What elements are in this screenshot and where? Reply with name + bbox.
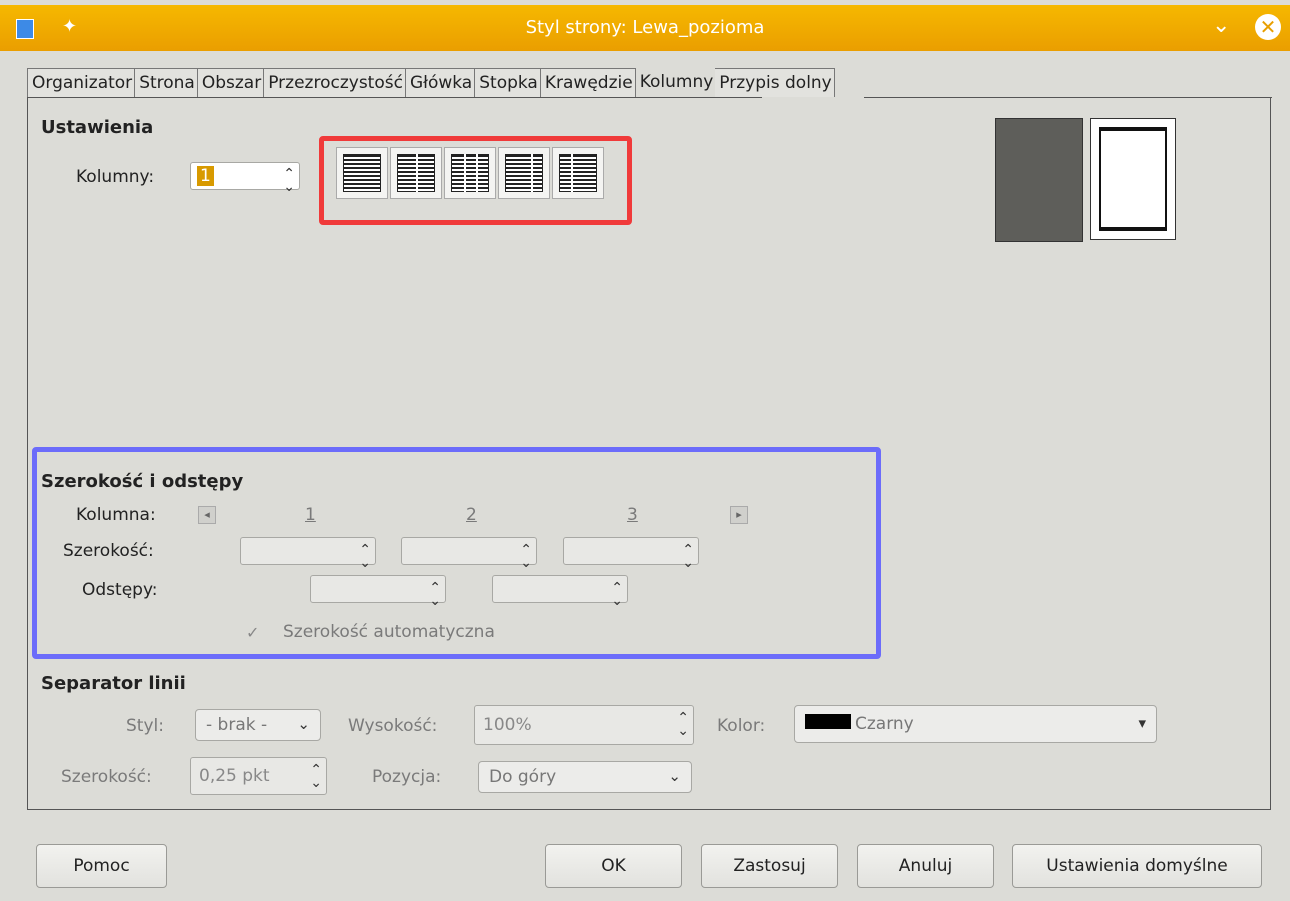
height-label: Wysokość: <box>348 716 438 736</box>
line-width-spinbox[interactable]: 0,25 pkt ⌃ ⌄ <box>190 757 327 795</box>
tab-glowka[interactable]: Główka <box>405 68 476 97</box>
line-width-label: Szerokość: <box>61 767 152 787</box>
panel-border <box>864 97 1272 98</box>
settings-heading: Ustawienia <box>41 117 154 138</box>
cancel-button[interactable]: Anuluj <box>857 844 994 888</box>
color-select[interactable]: Czarny ▾ <box>794 705 1157 743</box>
chevron-down-icon: ⌄ <box>297 715 310 733</box>
preview-page-left <box>995 118 1083 242</box>
reset-defaults-button[interactable]: Ustawienia domyślne <box>1012 844 1262 888</box>
title-bar: ✦ Styl strony: Lewa_pozioma ⌄ ✕ <box>0 5 1290 51</box>
dropdown-arrow-icon: ▾ <box>1138 714 1146 732</box>
minimize-icon[interactable]: ⌄ <box>1212 13 1230 38</box>
tab-kolumny[interactable]: Kolumny <box>635 68 716 96</box>
chevron-down-icon: ⌄ <box>668 767 681 785</box>
preview-page-right <box>1090 118 1176 240</box>
color-label: Kolor: <box>717 716 766 736</box>
tab-stopka[interactable]: Stopka <box>475 68 541 97</box>
spin-arrows-icon[interactable]: ⌃ ⌄ <box>283 167 295 194</box>
separator-heading: Separator linii <box>41 673 186 694</box>
position-select[interactable]: Do góry ⌄ <box>478 761 692 793</box>
tab-krawedzie[interactable]: Krawędzie <box>540 68 636 97</box>
window-title: Styl strony: Lewa_pozioma <box>525 17 765 38</box>
style-select[interactable]: - brak - ⌄ <box>195 709 321 741</box>
tab-organizator[interactable]: Organizator <box>27 68 136 97</box>
tab-strona[interactable]: Strona <box>135 68 198 97</box>
position-label: Pozycja: <box>372 767 442 787</box>
tab-bar: Organizator Strona Obszar Przezroczystoś… <box>27 68 835 98</box>
help-button[interactable]: Pomoc <box>36 844 167 888</box>
panel-border <box>27 97 762 98</box>
style-label: Styl: <box>126 716 164 736</box>
close-icon[interactable]: ✕ <box>1255 14 1281 40</box>
columns-spinbox[interactable]: 1 ⌃ ⌄ <box>190 162 300 194</box>
tab-obszar[interactable]: Obszar <box>197 68 265 97</box>
tab-przypis-dolny[interactable]: Przypis dolny <box>715 68 835 97</box>
color-swatch <box>805 714 851 729</box>
ok-button[interactable]: OK <box>545 844 682 888</box>
highlight-box-blue <box>32 447 881 659</box>
tab-przezroczystosc[interactable]: Przezroczystość <box>264 68 406 97</box>
columns-value: 1 <box>197 166 214 186</box>
highlight-box-red <box>319 136 632 225</box>
apply-button[interactable]: Zastosuj <box>701 844 838 888</box>
columns-label: Kolumny: <box>76 167 155 187</box>
height-spinbox[interactable]: 100% ⌃ ⌄ <box>474 705 694 745</box>
